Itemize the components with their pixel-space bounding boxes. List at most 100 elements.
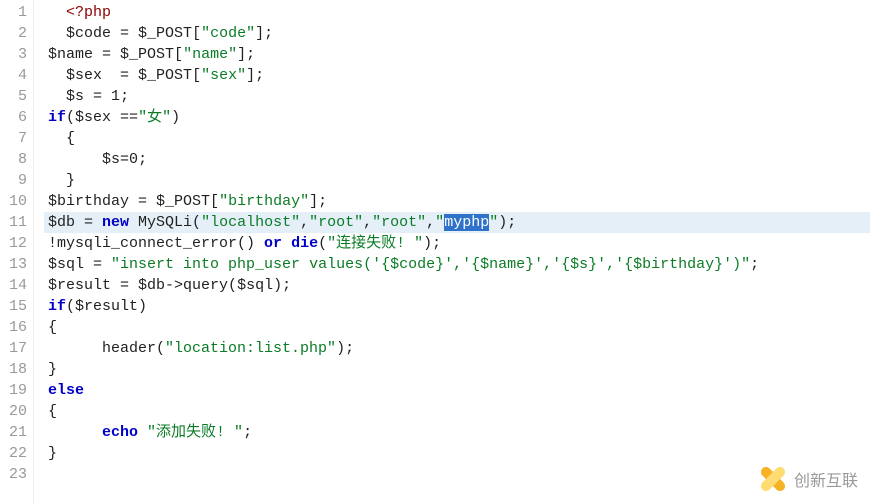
code-token: $s (102, 151, 120, 168)
code-token: "code" (201, 25, 255, 42)
code-token: " (489, 214, 498, 231)
code-token: if (48, 109, 66, 126)
code-token: ( (318, 235, 327, 252)
code-token: !mysqli_connect_error() (48, 235, 264, 252)
code-token: ->query( (165, 277, 237, 294)
code-line[interactable]: <?php (44, 2, 870, 23)
code-line[interactable]: !mysqli_connect_error() or die("连接失败! ")… (44, 233, 870, 254)
code-token: "sex" (201, 67, 246, 84)
code-line[interactable]: $result = $db->query($sql); (44, 275, 870, 296)
code-line[interactable]: $sql = "insert into php_user values('{$c… (44, 254, 870, 275)
line-number: 13 (0, 254, 27, 275)
line-number: 23 (0, 464, 27, 485)
code-token: ]; (309, 193, 327, 210)
code-line[interactable]: $name = $_POST["name"]; (44, 44, 870, 65)
code-token: [ (174, 46, 183, 63)
line-number: 21 (0, 422, 27, 443)
code-token: , (426, 214, 435, 231)
code-token: = (84, 256, 111, 273)
code-token: = (129, 193, 156, 210)
code-token: "birthday" (219, 193, 309, 210)
code-token: ( (66, 298, 75, 315)
code-area[interactable]: <?php $code = $_POST["code"];$name = $_P… (34, 0, 870, 504)
line-number: 2 (0, 23, 27, 44)
code-token: } (66, 172, 75, 189)
code-token: myphp (444, 214, 489, 231)
code-token: , (300, 214, 309, 231)
code-token: ; (750, 256, 759, 273)
code-line[interactable]: $sex = $_POST["sex"]; (44, 65, 870, 86)
code-line[interactable]: { (44, 317, 870, 338)
code-token: "insert into php_user values('{$code}','… (111, 256, 750, 273)
code-token: = (111, 277, 138, 294)
code-token: [ (210, 193, 219, 210)
line-number: 19 (0, 380, 27, 401)
code-token: "root" (309, 214, 363, 231)
code-line[interactable]: header("location:list.php"); (44, 338, 870, 359)
code-token: "添加失败! " (147, 424, 243, 441)
code-token: $sex (66, 67, 102, 84)
line-number: 3 (0, 44, 27, 65)
line-number: 22 (0, 443, 27, 464)
line-number: 20 (0, 401, 27, 422)
code-token: = (75, 214, 102, 231)
code-line[interactable]: echo "添加失败! "; (44, 422, 870, 443)
line-number: 5 (0, 86, 27, 107)
line-number-gutter: 1234567891011121314151617181920212223 (0, 0, 34, 504)
code-token: $result (48, 277, 111, 294)
code-token: $name (48, 46, 93, 63)
line-number: 1 (0, 2, 27, 23)
code-token: 1 (111, 88, 120, 105)
line-number: 10 (0, 191, 27, 212)
code-token: echo (102, 424, 138, 441)
code-token: $sex (75, 109, 111, 126)
code-line[interactable]: { (44, 128, 870, 149)
code-token: new (102, 214, 129, 231)
code-line[interactable] (44, 464, 870, 485)
code-token: $_POST (138, 25, 192, 42)
code-token: $sql (237, 277, 273, 294)
code-token (282, 235, 291, 252)
code-token: ) (138, 298, 147, 315)
code-line[interactable]: $s=0; (44, 149, 870, 170)
code-line[interactable]: } (44, 443, 870, 464)
code-line[interactable]: { (44, 401, 870, 422)
code-line[interactable]: } (44, 170, 870, 191)
code-token: "连接失败! " (327, 235, 423, 252)
code-line[interactable]: $birthday = $_POST["birthday"]; (44, 191, 870, 212)
code-token: ]; (246, 67, 264, 84)
code-token: ); (336, 340, 354, 357)
code-token: or (264, 235, 282, 252)
code-token: $db (138, 277, 165, 294)
code-token: ; (138, 151, 147, 168)
code-token: if (48, 298, 66, 315)
code-line[interactable]: $s = 1; (44, 86, 870, 107)
code-line[interactable]: if($result) (44, 296, 870, 317)
code-token: <?php (66, 4, 111, 21)
code-line[interactable]: $code = $_POST["code"]; (44, 23, 870, 44)
code-line[interactable]: if($sex =="女") (44, 107, 870, 128)
code-token: 0 (129, 151, 138, 168)
code-token: ]; (237, 46, 255, 63)
code-editor[interactable]: 1234567891011121314151617181920212223 <?… (0, 0, 870, 504)
code-token: die (291, 235, 318, 252)
code-line[interactable]: else (44, 380, 870, 401)
line-number: 6 (0, 107, 27, 128)
code-token: ; (243, 424, 252, 441)
code-token: $result (75, 298, 138, 315)
code-token: = (120, 151, 129, 168)
code-token: ) (171, 109, 180, 126)
code-token: "location:list.php" (165, 340, 336, 357)
code-token: { (48, 319, 57, 336)
line-number: 12 (0, 233, 27, 254)
code-token: = (93, 46, 120, 63)
code-line[interactable]: } (44, 359, 870, 380)
code-line[interactable]: $db = new MySQLi("localhost","root","roo… (44, 212, 870, 233)
code-token (138, 424, 147, 441)
line-number: 7 (0, 128, 27, 149)
code-token: = (111, 25, 138, 42)
code-token: [ (192, 67, 201, 84)
code-token: $_POST (138, 67, 192, 84)
code-token: { (48, 403, 57, 420)
code-token: $s (66, 88, 84, 105)
